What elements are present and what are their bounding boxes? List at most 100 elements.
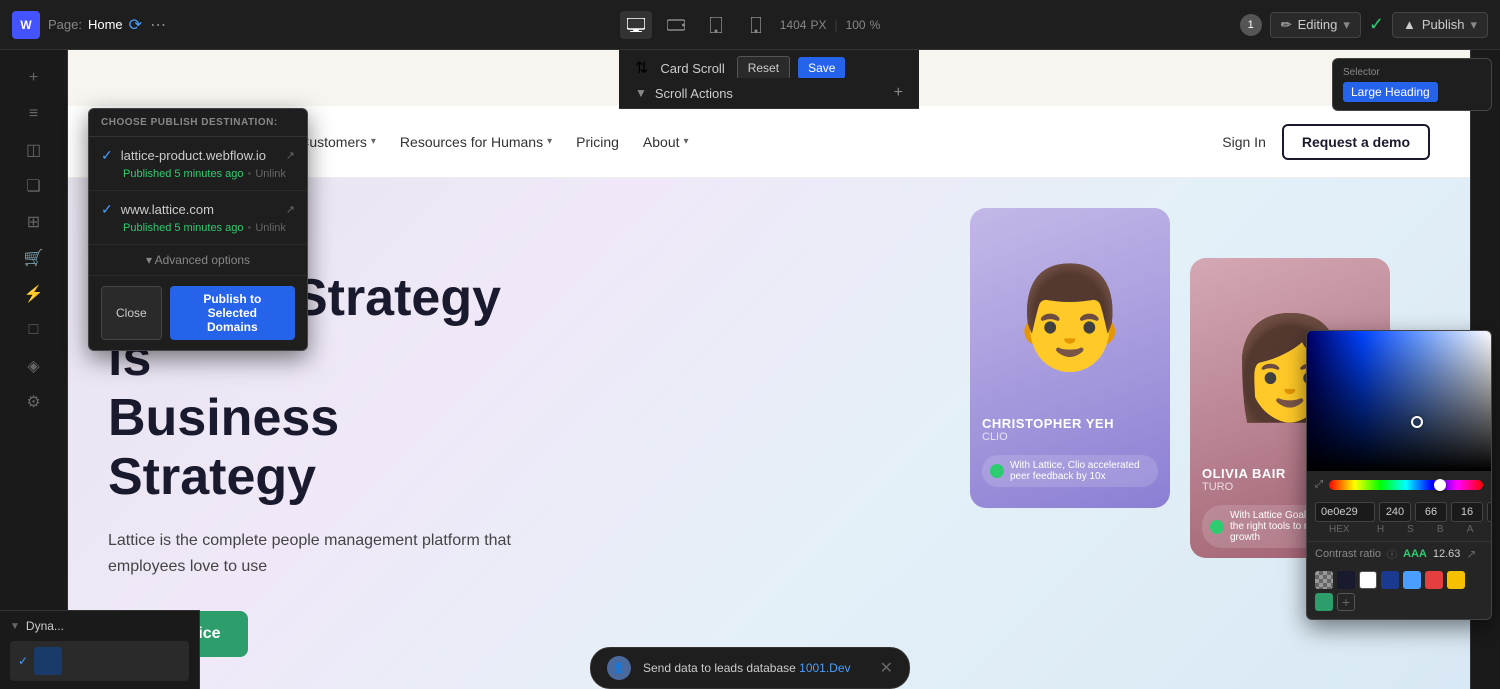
sidebar-components-icon[interactable]: ❏ bbox=[14, 170, 54, 202]
unlink-button-2[interactable]: Unlink bbox=[255, 222, 286, 234]
swatch-dark-blue[interactable] bbox=[1381, 571, 1399, 589]
advanced-options-toggle[interactable]: ▾ Advanced options bbox=[89, 245, 307, 276]
sidebar-interactions-icon[interactable]: ⚡ bbox=[14, 278, 54, 310]
person1-avatar: 👨 bbox=[970, 208, 1170, 408]
selector-tag[interactable]: Large Heading bbox=[1343, 82, 1438, 102]
notification-text: Send data to leads database 1001.Dev bbox=[643, 661, 851, 675]
toolbar-left: W Page: Home ⟳ ⋯ bbox=[12, 11, 612, 39]
color-picker-cursor bbox=[1411, 416, 1423, 428]
contrast-link-icon[interactable]: ↗ bbox=[1466, 547, 1476, 561]
publish-domain-item-2: ✓ www.lattice.com ↗ Published 5 minutes … bbox=[89, 191, 307, 245]
color-gradient[interactable] bbox=[1307, 331, 1491, 471]
hero-subtitle: Lattice is the complete people managemen… bbox=[108, 528, 528, 579]
nav-about-chevron-icon: ▾ bbox=[684, 136, 689, 147]
domain-name-1: lattice-product.webflow.io bbox=[121, 148, 278, 163]
nav-link-resources[interactable]: Resources for Humans ▾ bbox=[400, 134, 552, 150]
publish-status-1: Published 5 minutes ago • Unlink bbox=[101, 168, 295, 180]
nav-links: Products ▾ Customers ▾ Resources for Hum… bbox=[211, 134, 1222, 150]
sidebar-layers-icon[interactable]: ≡ bbox=[14, 98, 54, 130]
contrast-info-icon[interactable]: ⓘ bbox=[1387, 546, 1397, 561]
person1-quote-tag: With Lattice, Clio accelerated peer feed… bbox=[982, 455, 1158, 487]
h-label: H bbox=[1368, 524, 1394, 535]
resize-icon[interactable]: ⤢ bbox=[1315, 479, 1323, 490]
page-name[interactable]: Home bbox=[88, 17, 123, 32]
person1-quote: With Lattice, Clio accelerated peer feed… bbox=[1010, 460, 1150, 482]
close-publish-button[interactable]: Close bbox=[101, 286, 162, 340]
canvas-zoom-label: % bbox=[870, 18, 881, 32]
sidebar-assets-icon[interactable]: ◫ bbox=[14, 134, 54, 166]
dynamic-item-preview bbox=[34, 647, 62, 675]
toolbar-options-button[interactable]: ⋯ bbox=[150, 15, 166, 35]
nav-link-customers[interactable]: Customers ▾ bbox=[299, 134, 376, 150]
desktop-device-button[interactable] bbox=[620, 11, 652, 39]
person1-info: CHRISTOPHER YEH CLIO bbox=[970, 408, 1170, 451]
dimension-display: 1404 PX | 100 % bbox=[780, 18, 881, 32]
swatch-mid-blue[interactable] bbox=[1403, 571, 1421, 589]
color-b-input[interactable] bbox=[1451, 502, 1483, 522]
scroll-actions-add-button[interactable]: + bbox=[894, 84, 903, 102]
nav-link-about[interactable]: About ▾ bbox=[643, 134, 689, 150]
nav-link-pricing[interactable]: Pricing bbox=[576, 134, 619, 150]
notification-link[interactable]: 1001.Dev bbox=[799, 661, 850, 675]
publish-label: Publish bbox=[1422, 17, 1465, 32]
sidebar-ecommerce-icon[interactable]: 🛒 bbox=[14, 242, 54, 274]
domain-name-2: www.lattice.com bbox=[121, 202, 278, 217]
notification-main-text: Send data to leads database bbox=[643, 661, 796, 675]
swatch-red[interactable] bbox=[1425, 571, 1443, 589]
advanced-options-label: ▾ Advanced options bbox=[146, 253, 250, 267]
publish-dropdown-header: CHOOSE PUBLISH DESTINATION: bbox=[89, 109, 307, 137]
publish-status-text-1: Published 5 minutes ago bbox=[123, 168, 243, 180]
contrast-row: Contrast ratio ⓘ AAA 12.63 ↗ bbox=[1307, 541, 1491, 567]
publish-dropdown: CHOOSE PUBLISH DESTINATION: ✓ lattice-pr… bbox=[88, 108, 308, 351]
request-demo-button[interactable]: Request a demo bbox=[1282, 124, 1430, 160]
publish-domain-row-2: ✓ www.lattice.com ↗ bbox=[101, 201, 295, 218]
color-h-input[interactable] bbox=[1379, 502, 1411, 522]
publish-chevron-icon: ▾ bbox=[1470, 17, 1477, 33]
publish-domain-item-1: ✓ lattice-product.webflow.io ↗ Published… bbox=[89, 137, 307, 191]
scroll-actions-chevron-icon: ▼ bbox=[635, 86, 647, 100]
webflow-logo[interactable]: W bbox=[12, 11, 40, 39]
color-a-input[interactable] bbox=[1487, 502, 1492, 522]
publish-status-icon: ✓ bbox=[1369, 14, 1384, 35]
sidebar-pages-icon[interactable]: □ bbox=[14, 314, 54, 346]
hue-slider[interactable] bbox=[1329, 480, 1483, 490]
tablet-portrait-device-button[interactable] bbox=[700, 11, 732, 39]
swatch-white[interactable] bbox=[1359, 571, 1377, 589]
external-link-icon-2[interactable]: ↗ bbox=[286, 203, 295, 216]
unlink-button-1[interactable]: Unlink bbox=[255, 168, 286, 180]
person1-company: CLIO bbox=[982, 431, 1158, 443]
swatch-yellow[interactable] bbox=[1447, 571, 1465, 589]
tablet-landscape-device-button[interactable] bbox=[660, 11, 692, 39]
nav-resources-chevron-icon: ▾ bbox=[547, 136, 552, 147]
editing-label: Editing bbox=[1298, 17, 1338, 32]
swatch-dark-navy[interactable] bbox=[1337, 571, 1355, 589]
swatch-transparent[interactable] bbox=[1315, 571, 1333, 589]
canvas-width: 1404 bbox=[780, 18, 807, 32]
card-scroll-reset-button[interactable]: Reset bbox=[737, 56, 790, 80]
swatch-teal[interactable] bbox=[1315, 593, 1333, 611]
top-toolbar: W Page: Home ⟳ ⋯ 1404 PX | 100 % 1 bbox=[0, 0, 1500, 50]
dynamic-panel-title: Dyna... bbox=[26, 619, 64, 633]
add-swatch-button[interactable]: + bbox=[1337, 593, 1355, 611]
sign-in-button[interactable]: Sign In bbox=[1222, 134, 1266, 150]
sidebar-settings-icon[interactable]: ⚙ bbox=[14, 386, 54, 418]
sync-icon[interactable]: ⟳ bbox=[129, 15, 142, 35]
nav-resources-label: Resources for Humans bbox=[400, 134, 543, 150]
publish-button[interactable]: ▲ Publish ▾ bbox=[1392, 12, 1488, 38]
external-link-icon-1[interactable]: ↗ bbox=[286, 149, 295, 162]
card-scroll-save-button[interactable]: Save bbox=[798, 57, 845, 79]
hue-slider-row: ⤢ bbox=[1307, 471, 1491, 498]
color-s-input[interactable] bbox=[1415, 502, 1447, 522]
sidebar-add-icon[interactable]: + bbox=[14, 62, 54, 94]
sidebar-styles-icon[interactable]: ◈ bbox=[14, 350, 54, 382]
sidebar-cms-icon[interactable]: ⊞ bbox=[14, 206, 54, 238]
separator-dot-1: • bbox=[247, 168, 251, 180]
left-sidebar: + ≡ ◫ ❏ ⊞ 🛒 ⚡ □ ◈ ⚙ bbox=[0, 50, 68, 689]
mobile-device-button[interactable] bbox=[740, 11, 772, 39]
publish-to-selected-button[interactable]: Publish to Selected Domains bbox=[170, 286, 295, 340]
editing-button[interactable]: ✏ Editing ▾ bbox=[1270, 12, 1361, 38]
scroll-actions-row: ▼ Scroll Actions + bbox=[619, 78, 919, 109]
a-label: A bbox=[1457, 524, 1483, 535]
color-hex-input[interactable] bbox=[1315, 502, 1375, 522]
notification-close-button[interactable]: ✕ bbox=[880, 658, 893, 678]
